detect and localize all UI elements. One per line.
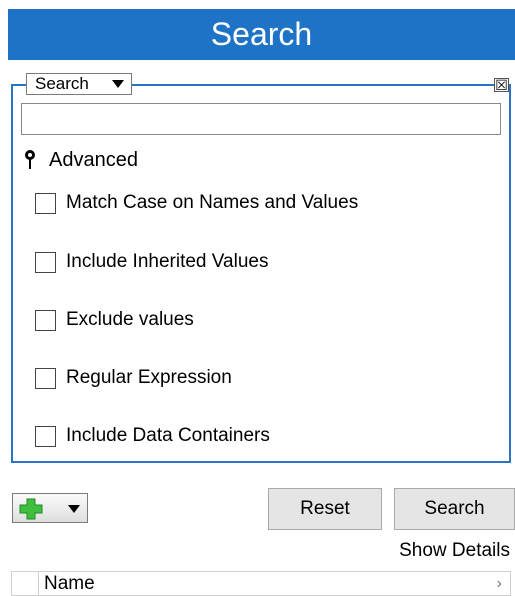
reset-button[interactable]: Reset <box>268 488 382 530</box>
scope-dropdown[interactable]: Search <box>26 73 132 95</box>
advanced-toggle[interactable]: Advanced <box>23 146 138 174</box>
option-include-data-containers[interactable]: Include Data Containers <box>35 423 270 449</box>
title-bar: Search <box>8 9 515 60</box>
page-title: Search <box>210 16 313 52</box>
results-table-header: Name › <box>11 571 511 596</box>
option-label: Include Data Containers <box>66 425 270 446</box>
dropdown-arrow-icon <box>112 80 124 88</box>
add-criteria-button[interactable] <box>12 493 88 523</box>
chevron-right-icon[interactable]: › <box>497 572 502 595</box>
search-button[interactable]: Search <box>394 488 515 530</box>
option-exclude-values[interactable]: Exclude values <box>35 307 194 333</box>
column-header-name[interactable]: Name <box>44 572 95 595</box>
option-label: Include Inherited Values <box>66 251 269 272</box>
close-icon[interactable]: ☒ <box>494 78 509 92</box>
checkbox[interactable] <box>35 251 56 273</box>
scope-dropdown-value: Search <box>35 74 89 93</box>
show-details-link[interactable]: Show Details <box>399 539 510 563</box>
checkbox[interactable] <box>35 192 56 214</box>
advanced-label: Advanced <box>49 149 138 171</box>
checkbox[interactable] <box>35 425 56 447</box>
pin-icon <box>25 150 35 169</box>
search-input[interactable] <box>21 103 501 135</box>
plus-icon <box>19 498 43 520</box>
option-match-case[interactable]: Match Case on Names and Values <box>35 190 358 216</box>
option-include-inherited[interactable]: Include Inherited Values <box>35 249 268 275</box>
dropdown-arrow-icon <box>68 505 80 513</box>
option-label: Exclude values <box>66 309 194 330</box>
option-label: Regular Expression <box>66 367 232 388</box>
select-column-header[interactable] <box>12 572 39 595</box>
checkbox[interactable] <box>35 309 56 331</box>
option-regular-expression[interactable]: Regular Expression <box>35 365 232 391</box>
checkbox[interactable] <box>35 367 56 389</box>
option-label: Match Case on Names and Values <box>66 192 359 213</box>
